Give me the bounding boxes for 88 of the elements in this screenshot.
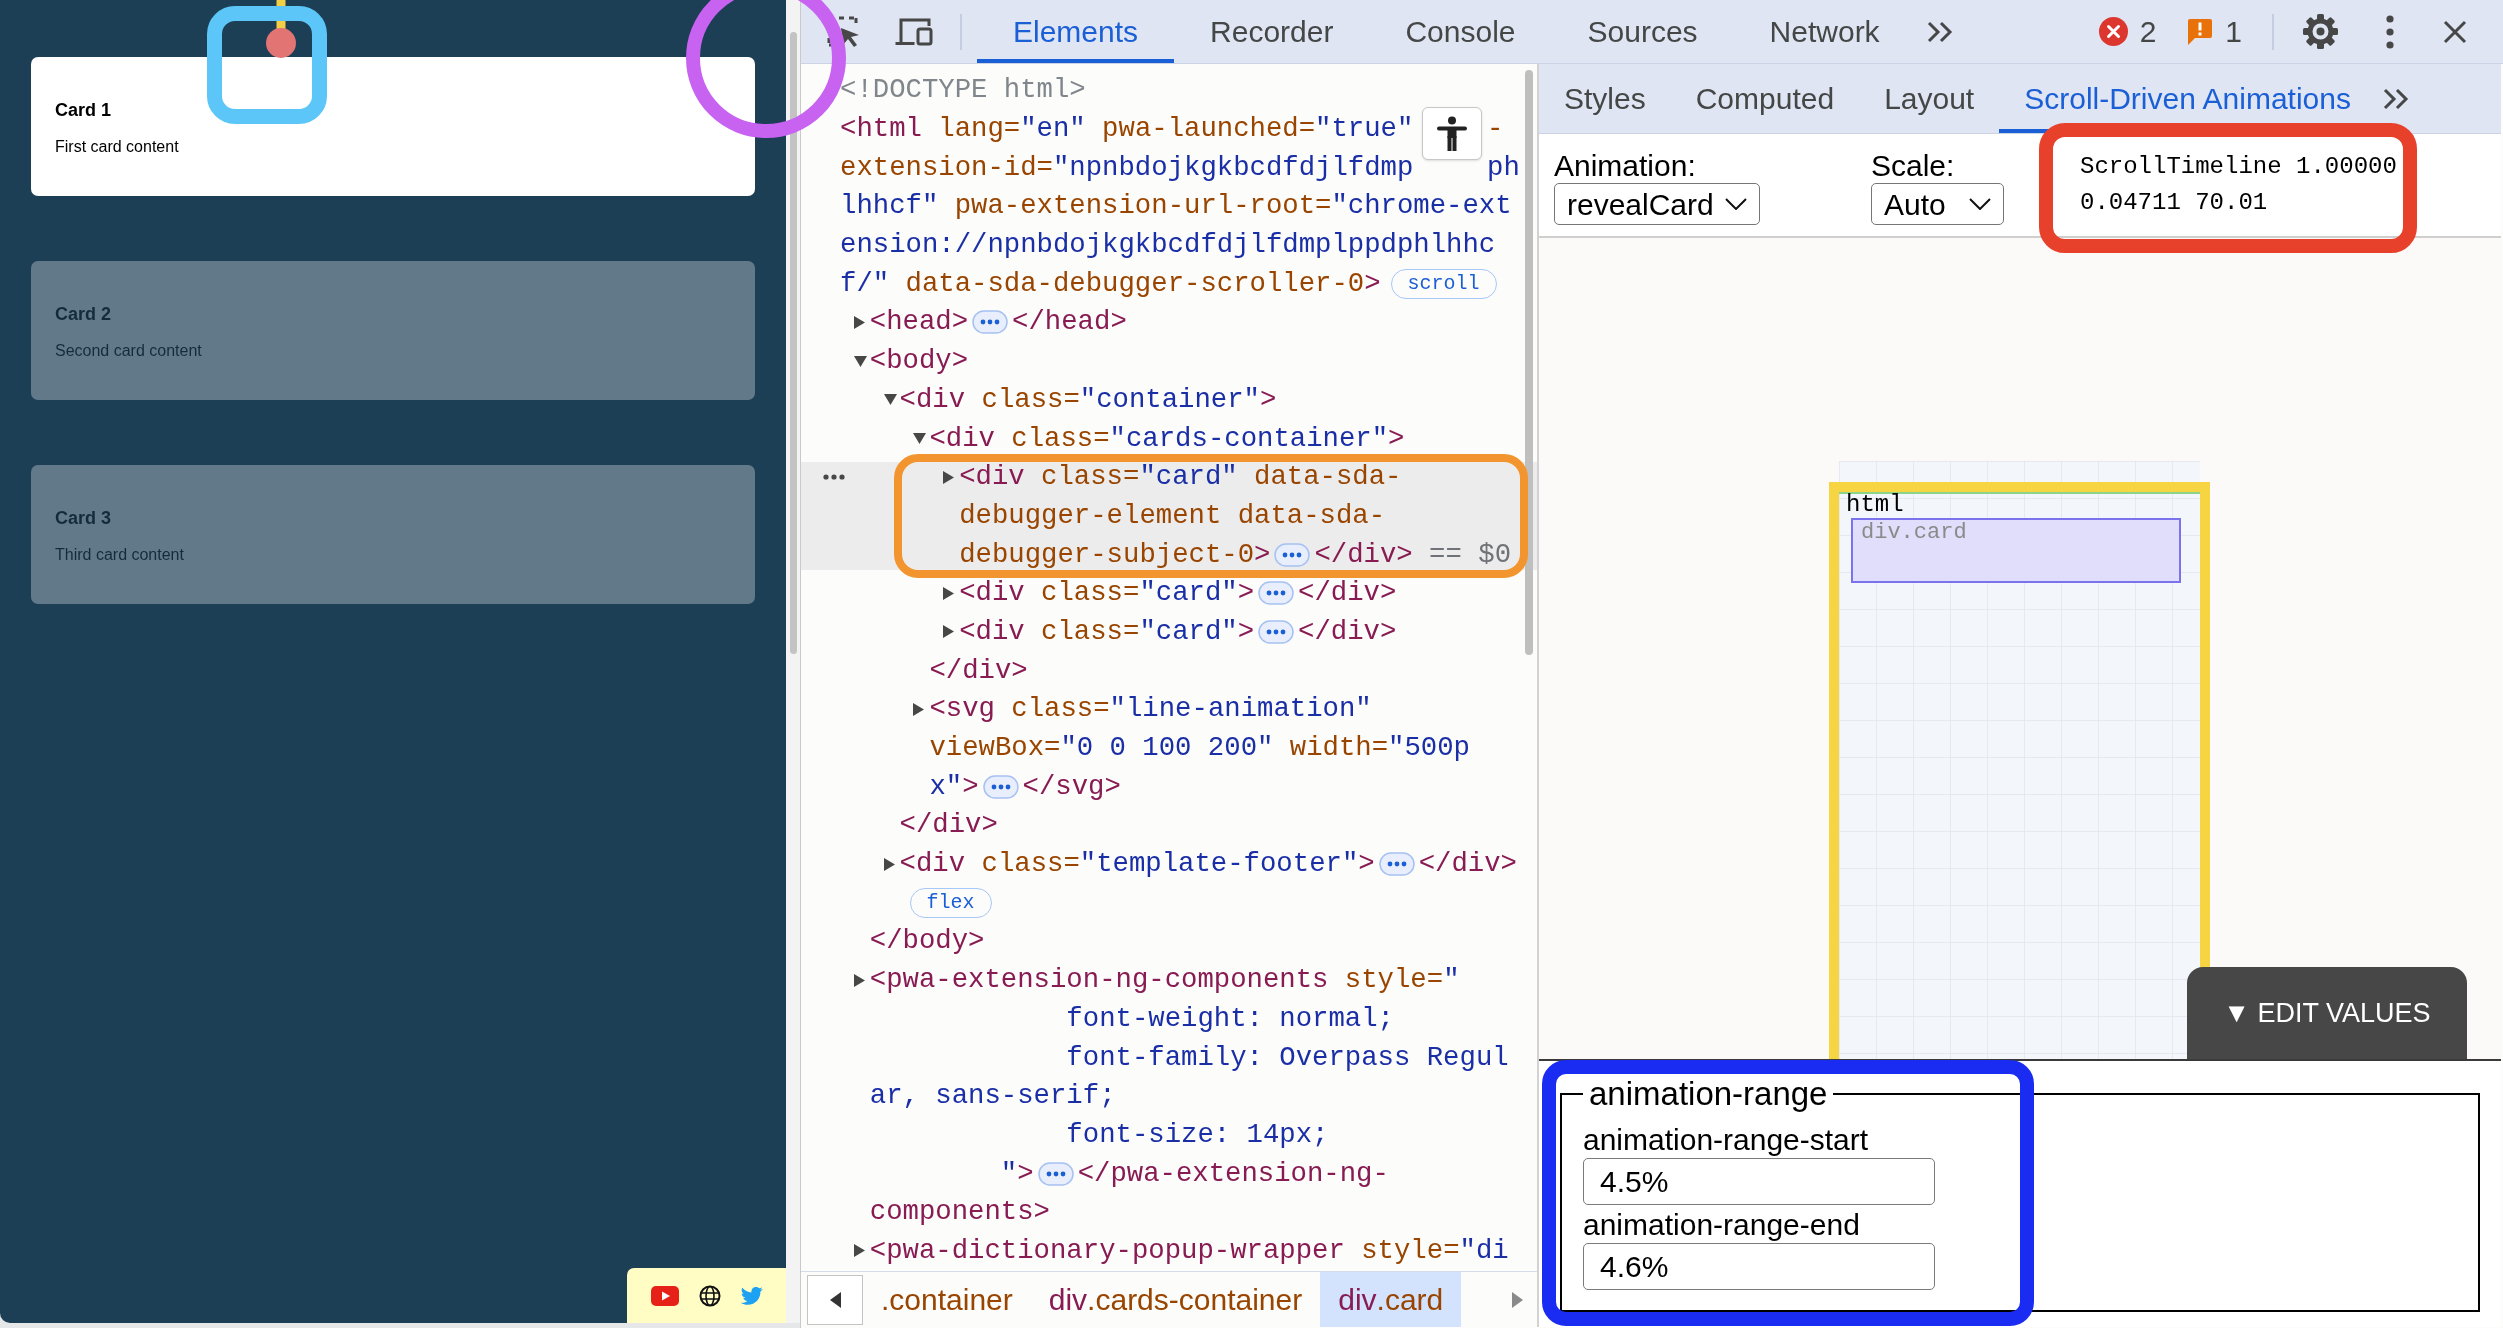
ellipsis-icon[interactable] bbox=[972, 310, 1009, 335]
ellipsis-icon[interactable] bbox=[1378, 852, 1415, 877]
triangle-right-icon[interactable] bbox=[883, 857, 895, 871]
scrollbar-thumb[interactable] bbox=[790, 32, 797, 654]
scale-select[interactable]: Auto bbox=[1871, 183, 2004, 225]
closing-tag[interactable]: </div> bbox=[929, 655, 1028, 686]
dom-node[interactable]: <div class="card"> </div> bbox=[943, 578, 1397, 609]
tab[interactable]: Console bbox=[1369, 0, 1552, 63]
edit-values-button[interactable]: ▼ EDIT VALUES bbox=[2187, 967, 2467, 1059]
card-text: Third card content bbox=[55, 545, 185, 565]
card-title: Card 2 bbox=[55, 303, 113, 326]
triangle-right-icon[interactable] bbox=[943, 625, 955, 639]
dom-node[interactable]: <body> bbox=[853, 346, 969, 377]
triangle-right-icon[interactable] bbox=[913, 702, 925, 716]
triangle-right-icon[interactable] bbox=[943, 586, 955, 600]
more-options-icon[interactable] bbox=[2385, 14, 2395, 49]
dom-node[interactable]: <!DOCTYPE html> bbox=[824, 75, 1086, 106]
accessibility-button[interactable] bbox=[1422, 107, 1482, 160]
ellipsis-icon[interactable] bbox=[1258, 619, 1295, 644]
scroll-left-button[interactable] bbox=[807, 1274, 863, 1325]
breadcrumb-item[interactable]: div.card bbox=[1320, 1272, 1462, 1327]
scroller-label: html bbox=[1846, 491, 1904, 519]
text-input[interactable]: 4.6% bbox=[1583, 1243, 1935, 1290]
ellipsis-icon[interactable] bbox=[1274, 542, 1311, 567]
ellipsis-icon[interactable] bbox=[1037, 1161, 1074, 1186]
triangle-down-icon[interactable] bbox=[913, 433, 927, 445]
closing-tag[interactable]: </div> bbox=[899, 810, 998, 841]
breadcrumb-item[interactable]: div.cards-container bbox=[1030, 1272, 1321, 1327]
dom-node[interactable]: <div class="container"> bbox=[883, 384, 1277, 415]
dom-node[interactable]: <div class="cards-container"> bbox=[913, 423, 1405, 454]
settings-icon[interactable] bbox=[2302, 13, 2339, 50]
field-label: animation-range-start bbox=[1583, 1122, 1870, 1158]
tab[interactable]: Recorder bbox=[1174, 0, 1370, 63]
tab[interactable]: Elements bbox=[977, 0, 1175, 63]
animation-select[interactable]: revealCard bbox=[1554, 183, 1760, 225]
tab[interactable]: Network bbox=[1733, 0, 1916, 63]
dom-node[interactable]: <html lang="en" pwa-launched="true" - extension-id="npnbdojkgkbcdfdjlfdmp ph lhhcf" pwa-extension-url-root="chrome-ext ension://npnbdojkgkbcdfdjlfdmplppdphlhhc f/" data-sda-debugger-scroller-0> scroll bbox=[824, 114, 1520, 299]
error-icon bbox=[2098, 17, 2128, 46]
triangle-down-icon[interactable] bbox=[853, 355, 867, 367]
readout-line: ScrollTimeline 1.00000 bbox=[2080, 152, 2397, 182]
triangle-right-icon[interactable] bbox=[853, 1244, 865, 1258]
sidebar-tab[interactable]: Styles bbox=[1539, 64, 1671, 133]
dom-node[interactable]: <div class="card" data-sda- debugger-element data-sda- debugger-subject-0> </div> == $0 bbox=[801, 462, 1537, 570]
dom-node[interactable]: <svg class="line-animation" viewBox="0 0 100 200" width="500p x"> </svg> bbox=[913, 694, 1470, 802]
triangle-right-icon[interactable] bbox=[943, 470, 955, 484]
chevron-down-icon bbox=[1725, 198, 1747, 210]
ellipsis-icon[interactable] bbox=[982, 774, 1019, 799]
bird-icon[interactable] bbox=[740, 1286, 763, 1305]
triangle-right-icon[interactable] bbox=[853, 315, 865, 329]
play-icon[interactable] bbox=[650, 1285, 679, 1306]
dom-node[interactable]: <pwa-dictionary-popup-wrapper style="di bbox=[853, 1235, 1509, 1266]
dom-node[interactable]: <pwa-extension-ng-components style=" font-weight: normal; font-family: Overpass Regul ar, sans-serif; font-size: 14px; "> </pwa-extension-ng- components> bbox=[853, 965, 1509, 1228]
double-chevron-icon[interactable] bbox=[2382, 86, 2410, 111]
device-toolbar-icon[interactable] bbox=[894, 17, 934, 46]
triangle-left-icon bbox=[829, 1291, 841, 1308]
scale-label: Scale: bbox=[1871, 149, 1956, 183]
card-title: Card 1 bbox=[55, 99, 113, 122]
double-chevron-icon[interactable] bbox=[1925, 19, 1954, 44]
line-with-dot-drawing bbox=[266, 0, 296, 58]
dom-node[interactable]: <div class="template-footer"> </div> flex bbox=[883, 849, 1517, 918]
sidebar-tab[interactable]: Computed bbox=[1670, 64, 1860, 133]
card-title: Card 3 bbox=[55, 507, 113, 530]
tab[interactable]: Sources bbox=[1551, 0, 1734, 63]
subject-label: div.card bbox=[1861, 520, 1967, 545]
close-icon[interactable] bbox=[2443, 19, 2467, 44]
dom-node[interactable]: <head> </head> bbox=[853, 307, 1127, 338]
triangle-right-icon[interactable] bbox=[853, 973, 865, 987]
card-text: Second card content bbox=[55, 341, 203, 361]
dom-node[interactable]: <div class="card"> </div> bbox=[943, 616, 1397, 647]
card-text: First card content bbox=[55, 137, 180, 157]
scrollbar-thumb[interactable] bbox=[1525, 70, 1533, 655]
field-label: animation-range-end bbox=[1583, 1207, 1861, 1243]
fieldset-legend: animation-range bbox=[1583, 1076, 1834, 1112]
readout-line: 0.04711 70.01 bbox=[2080, 188, 2269, 218]
more-dots-icon[interactable] bbox=[823, 474, 845, 481]
triangle-down-icon[interactable] bbox=[883, 394, 897, 406]
globe-icon[interactable] bbox=[698, 1284, 721, 1307]
sidebar-tab[interactable]: Layout bbox=[1859, 64, 2000, 133]
animation-label: Animation: bbox=[1554, 149, 1697, 183]
breadcrumb-item[interactable]: .container bbox=[863, 1272, 1031, 1327]
closing-tag[interactable]: </body> bbox=[869, 926, 985, 957]
chevron-down-icon bbox=[1969, 198, 1991, 210]
warning-icon bbox=[2187, 17, 2214, 46]
text-input[interactable]: 4.5% bbox=[1583, 1158, 1935, 1205]
error-count-button[interactable]: 2 bbox=[2098, 9, 2157, 54]
accessibility-icon bbox=[1437, 115, 1467, 152]
ellipsis-icon[interactable] bbox=[1258, 581, 1295, 606]
warning-count-button[interactable]: 1 bbox=[2187, 9, 2242, 54]
